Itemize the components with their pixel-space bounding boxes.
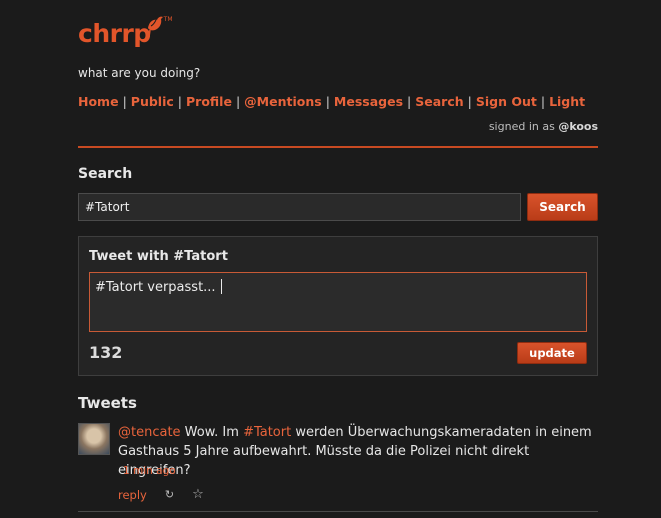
signed-in-status: signed in as @koos <box>489 120 598 133</box>
update-button[interactable]: update <box>517 342 587 364</box>
nav-home[interactable]: Home <box>78 94 119 109</box>
tweets-heading: Tweets <box>78 394 137 412</box>
chrrp-logo[interactable]: chrrp TM <box>78 16 173 52</box>
bird-icon <box>147 16 163 38</box>
nav-separator: | <box>407 94 412 109</box>
nav-profile[interactable]: Profile <box>186 94 232 109</box>
nav-separator: | <box>177 94 182 109</box>
nav-separator: | <box>235 94 241 109</box>
text-cursor <box>220 279 222 294</box>
signed-in-user[interactable]: @koos <box>558 120 598 133</box>
nav-messages[interactable]: Messages <box>334 94 403 109</box>
compose-heading: Tweet with #Tatort <box>89 249 228 264</box>
nav-light-theme[interactable]: Light <box>549 94 585 109</box>
compose-textarea[interactable]: #Tatort verpasst... <box>89 272 587 332</box>
trademark: TM <box>163 16 173 23</box>
tweet-text: @tencate Wow. Im #Tatort werden Überwach… <box>118 423 598 480</box>
nav-separator: | <box>122 94 127 109</box>
nav-separator: | <box>467 94 472 109</box>
star-icon[interactable]: ☆ <box>192 487 204 502</box>
tagline: what are you doing? <box>78 66 201 80</box>
reply-link[interactable]: reply <box>118 488 147 502</box>
tweet-actions: reply ↻ ☆ <box>118 487 204 502</box>
compose-text: #Tatort verpasst... <box>95 280 216 295</box>
header-divider <box>78 146 598 148</box>
main-nav: Home | Public | Profile | @Mentions | Messages | S… <box>78 94 585 109</box>
hashtag-link[interactable]: #Tatort <box>243 425 291 440</box>
nav-search[interactable]: Search <box>415 94 463 109</box>
avatar[interactable] <box>78 423 110 455</box>
character-counter: 132 <box>89 343 123 362</box>
search-input[interactable]: #Tatort <box>78 193 521 221</box>
nav-sign-out[interactable]: Sign Out <box>476 94 537 109</box>
nav-separator: | <box>540 94 546 109</box>
tweet-timestamp[interactable]: 1 min ago <box>123 465 176 477</box>
search-button[interactable]: Search <box>527 193 598 221</box>
search-heading: Search <box>78 166 133 182</box>
tweet-divider <box>78 511 598 512</box>
tweet-author-link[interactable]: @tencate <box>118 425 181 440</box>
signed-in-label: signed in as <box>488 120 555 133</box>
tweet-body-start: Wow. Im <box>180 425 244 440</box>
retweet-icon[interactable]: ↻ <box>165 488 174 501</box>
nav-public[interactable]: Public <box>131 94 174 109</box>
logo-wordmark: chrrp <box>78 19 151 48</box>
compose-box: Tweet with #Tatort #Tatort verpasst... 1… <box>78 236 598 376</box>
nav-mentions[interactable]: @Mentions <box>244 94 322 109</box>
nav-separator: | <box>325 94 330 109</box>
